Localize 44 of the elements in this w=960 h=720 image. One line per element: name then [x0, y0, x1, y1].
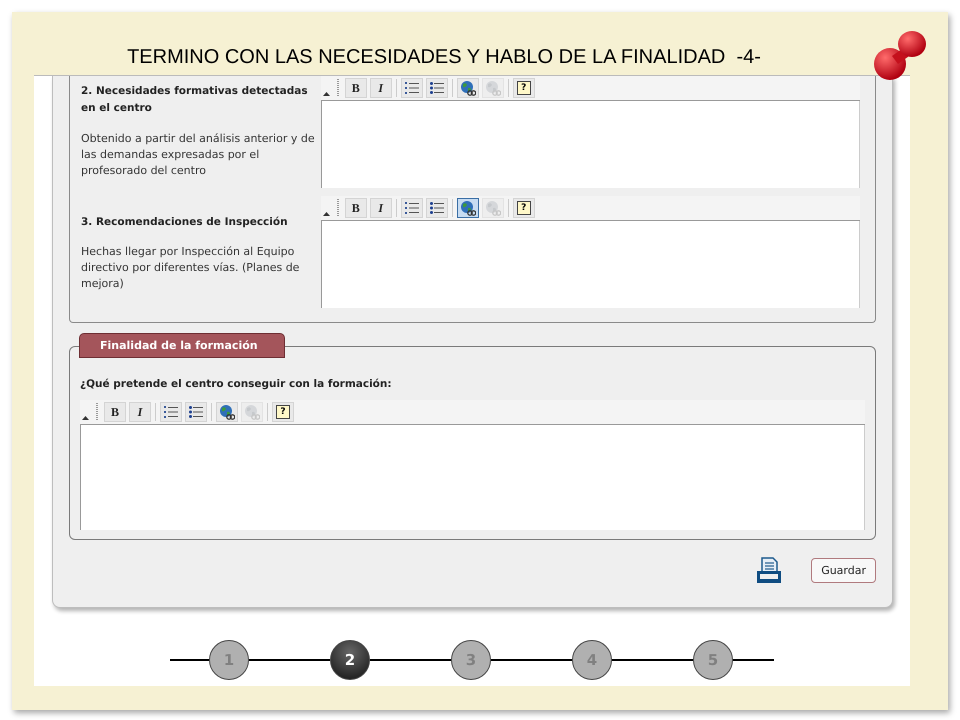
bullet-list-icon: [430, 202, 444, 214]
slide-title: TERMINO CON LAS NECESIDADES Y HABLO DE LA FINALIDAD -4-: [126, 45, 762, 70]
bullet-list-button[interactable]: [185, 402, 207, 422]
globe-link-icon: [460, 80, 476, 96]
grip-icon: [96, 403, 99, 421]
ordered-list-button[interactable]: [400, 198, 423, 218]
help-button[interactable]: ?: [272, 402, 294, 422]
numbered-list-icon: [404, 82, 419, 94]
ordered-list-button[interactable]: [400, 78, 423, 98]
globe-link-icon: [460, 200, 476, 216]
bold-button[interactable]: B: [344, 198, 367, 218]
field-heading: 3. Recomendaciones de Inspección: [81, 215, 289, 230]
italic-button[interactable]: I: [129, 402, 151, 422]
bullet-list-button[interactable]: [426, 78, 448, 98]
bullet-list-button[interactable]: [426, 198, 448, 218]
globe-link-icon: [219, 404, 235, 420]
bold-button[interactable]: B: [344, 78, 367, 98]
collapse-arrow-icon: [82, 416, 89, 420]
link-button[interactable]: [456, 198, 479, 218]
grip-icon: [336, 199, 340, 217]
bold-button[interactable]: B: [104, 402, 126, 422]
field-heading: 2. Necesidades formativas detectadas en el centro: [81, 84, 309, 116]
bullet-list-icon: [189, 406, 203, 418]
ordered-list-button[interactable]: [160, 402, 182, 422]
numbered-list-icon: [164, 406, 178, 418]
bullet-list-icon: [430, 82, 444, 94]
globe-unlink-icon: [244, 404, 260, 420]
help-button[interactable]: ?: [512, 198, 535, 218]
italic-button[interactable]: I: [370, 78, 392, 98]
grip-icon: [336, 79, 340, 97]
italic-button[interactable]: I: [370, 198, 392, 218]
globe-unlink-icon: [484, 200, 501, 216]
field-description: Obtenido a partir del análisis anterior y de las demandas expresadas por el profesorado del centro: [81, 131, 316, 179]
step-button[interactable]: 2: [330, 640, 370, 680]
collapse-arrow-icon: [322, 212, 330, 216]
numbered-list-icon: [404, 202, 419, 214]
save-button[interactable]: Guardar: [811, 558, 876, 582]
section-legend: Finalidad de la formación: [79, 333, 285, 358]
help-button[interactable]: ?: [512, 78, 535, 98]
collapse-arrow-icon: [322, 92, 330, 96]
field-description: Hechas llegar por Inspección al Equipo directivo por diferentes vías. (Planes de mejora): [81, 244, 300, 292]
field-heading: ¿Qué pretende el centro conseguir con la formación:: [80, 377, 393, 392]
globe-unlink-icon: [484, 80, 501, 96]
print-icon[interactable]: [757, 557, 782, 583]
